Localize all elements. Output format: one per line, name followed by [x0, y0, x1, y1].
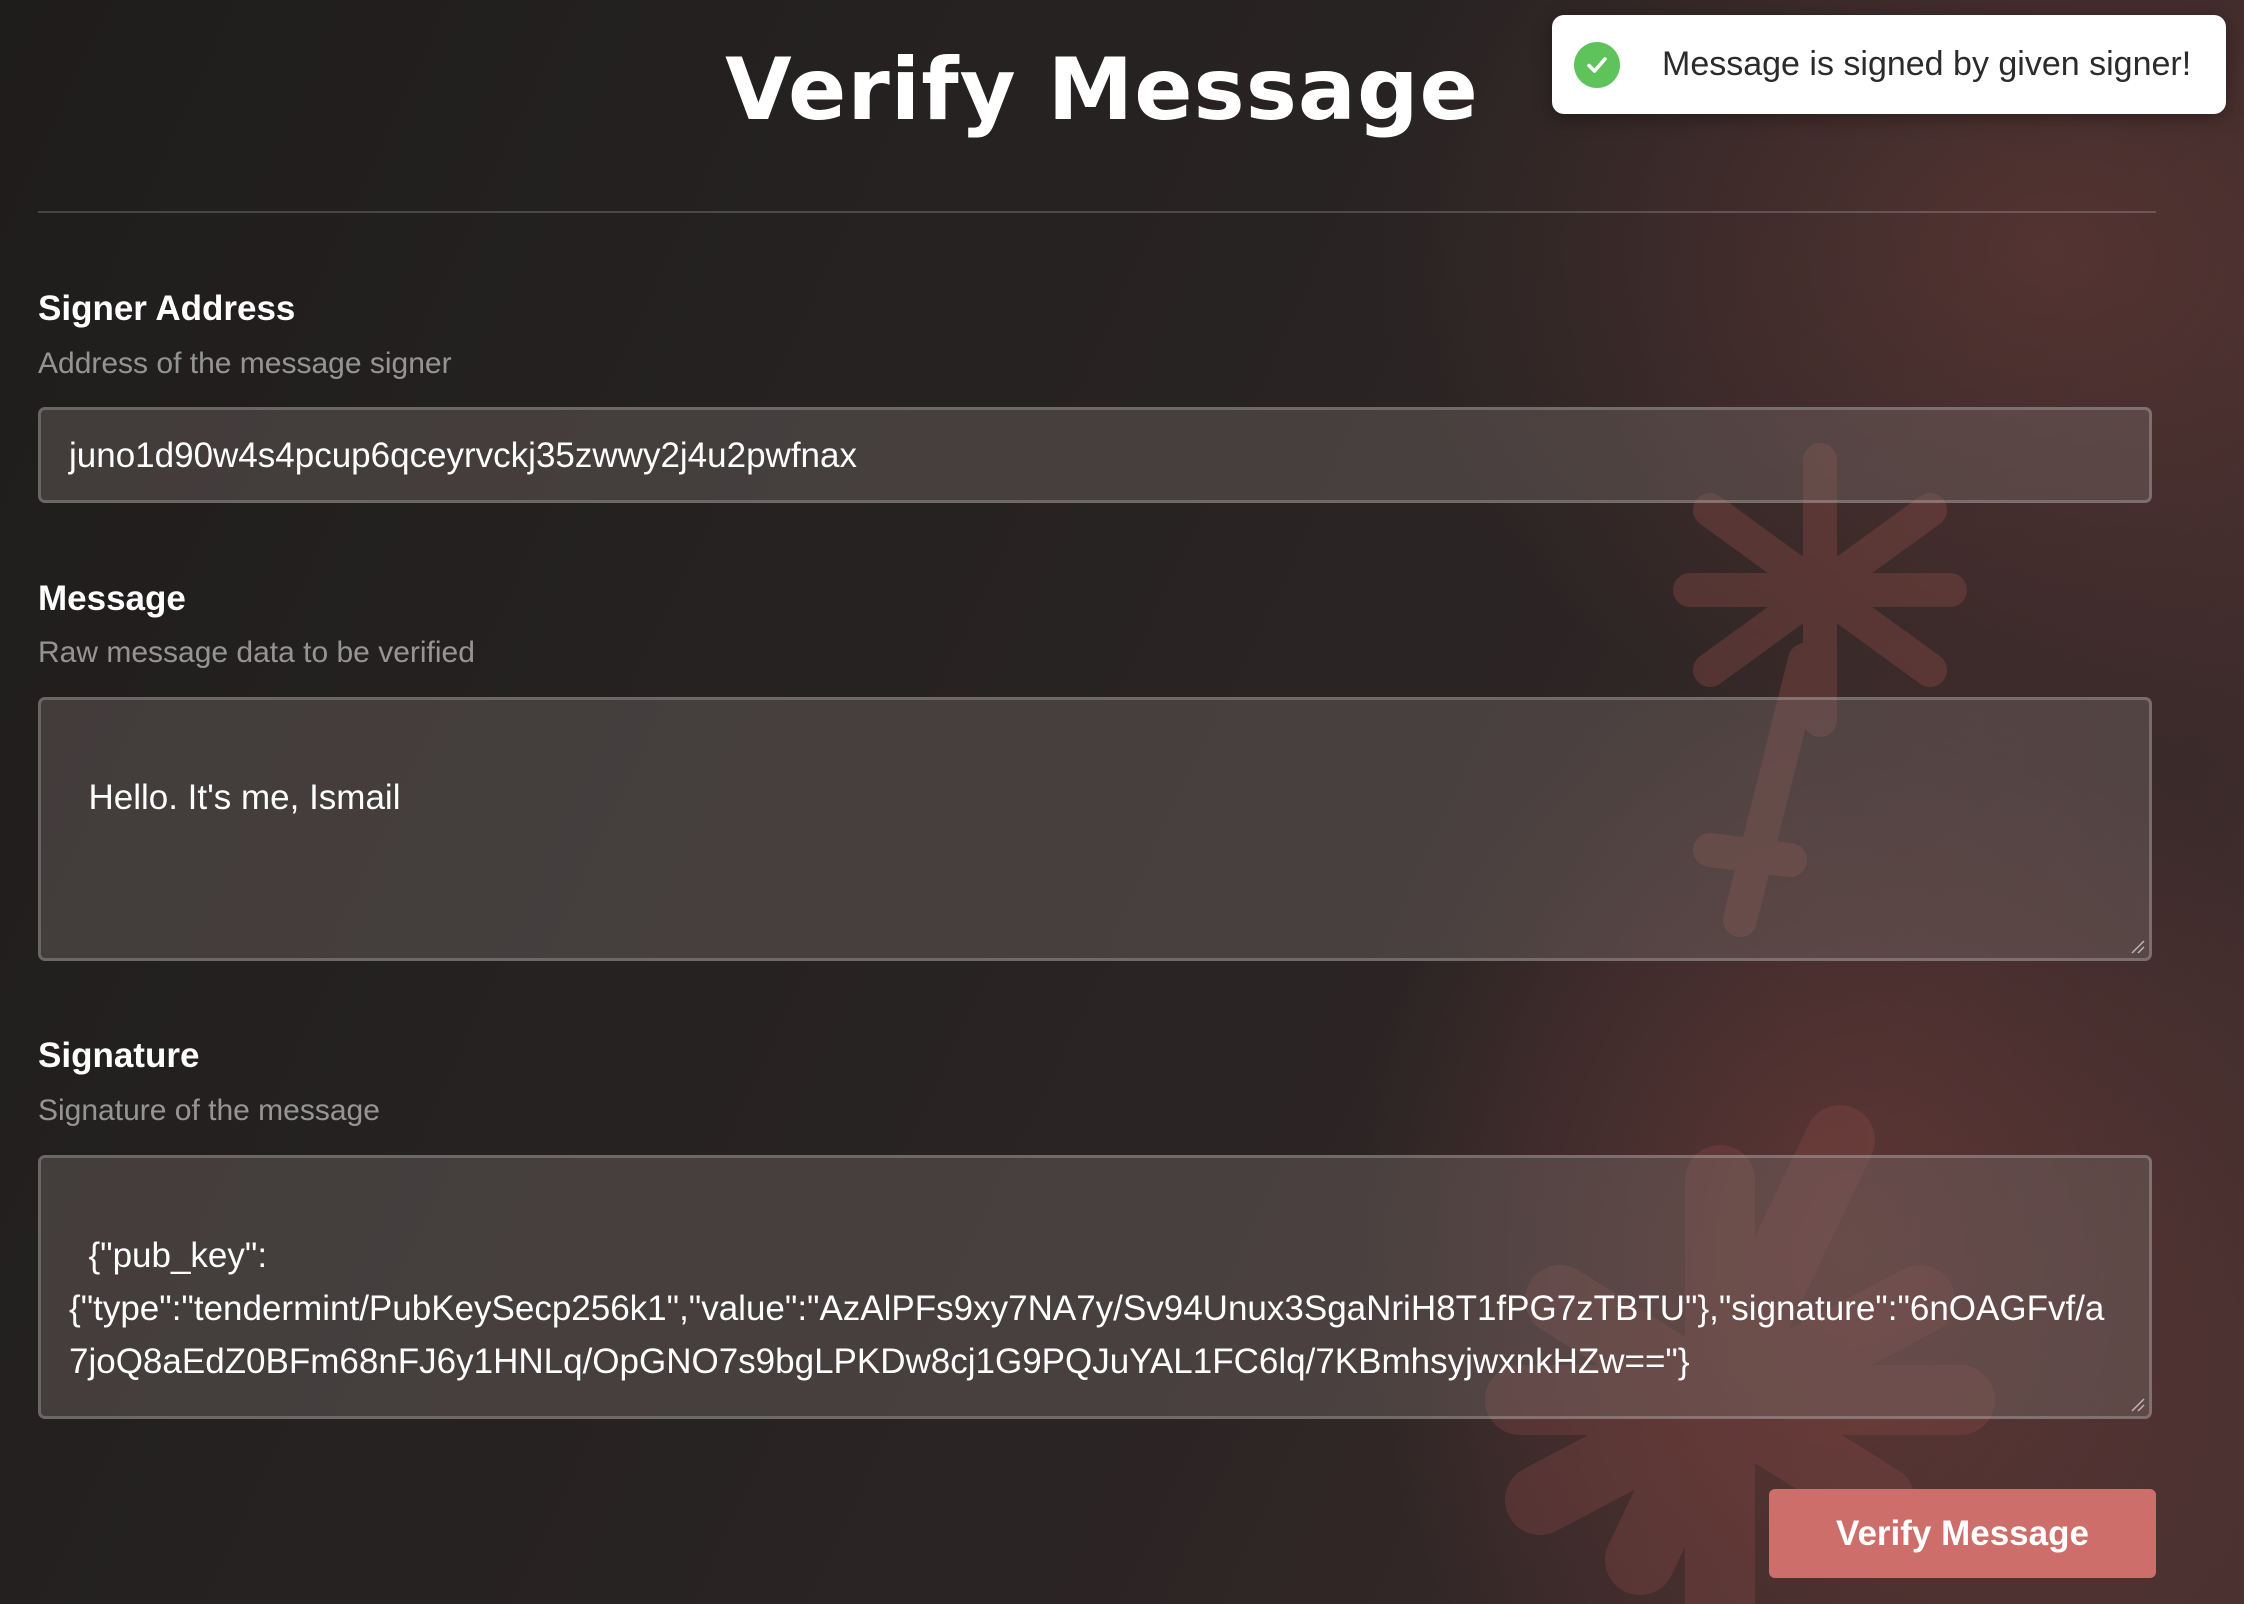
message-description: Raw message data to be verified [38, 636, 475, 669]
signature-textarea[interactable]: {"pub_key": {"type":"tendermint/PubKeySe… [38, 1155, 2152, 1419]
message-label: Message [38, 579, 186, 618]
signature-text: {"pub_key": {"type":"tendermint/PubKeySe… [69, 1236, 2105, 1381]
signature-label: Signature [38, 1036, 200, 1075]
resize-handle-icon[interactable] [2129, 938, 2145, 954]
signer-address-label: Signer Address [38, 289, 296, 328]
message-textarea[interactable]: Hello. It's me, Ismail [38, 697, 2152, 961]
success-toast[interactable]: Message is signed by given signer! [1552, 15, 2226, 114]
message-text: Hello. It's me, Ismail [88, 778, 401, 817]
background-decoration [1485, 443, 1995, 1604]
signer-address-description: Address of the message signer [38, 347, 452, 380]
header-divider [38, 211, 2156, 213]
toast-message: Message is signed by given signer! [1662, 45, 2192, 83]
signer-address-input[interactable]: juno1d90w4s4pcup6qceyrvckj35zwwy2j4u2pwf… [38, 407, 2152, 503]
check-circle-icon [1574, 41, 1620, 88]
verify-message-button[interactable]: Verify Message [1769, 1489, 2156, 1578]
signature-description: Signature of the message [38, 1094, 380, 1127]
resize-handle-icon[interactable] [2129, 1396, 2145, 1412]
